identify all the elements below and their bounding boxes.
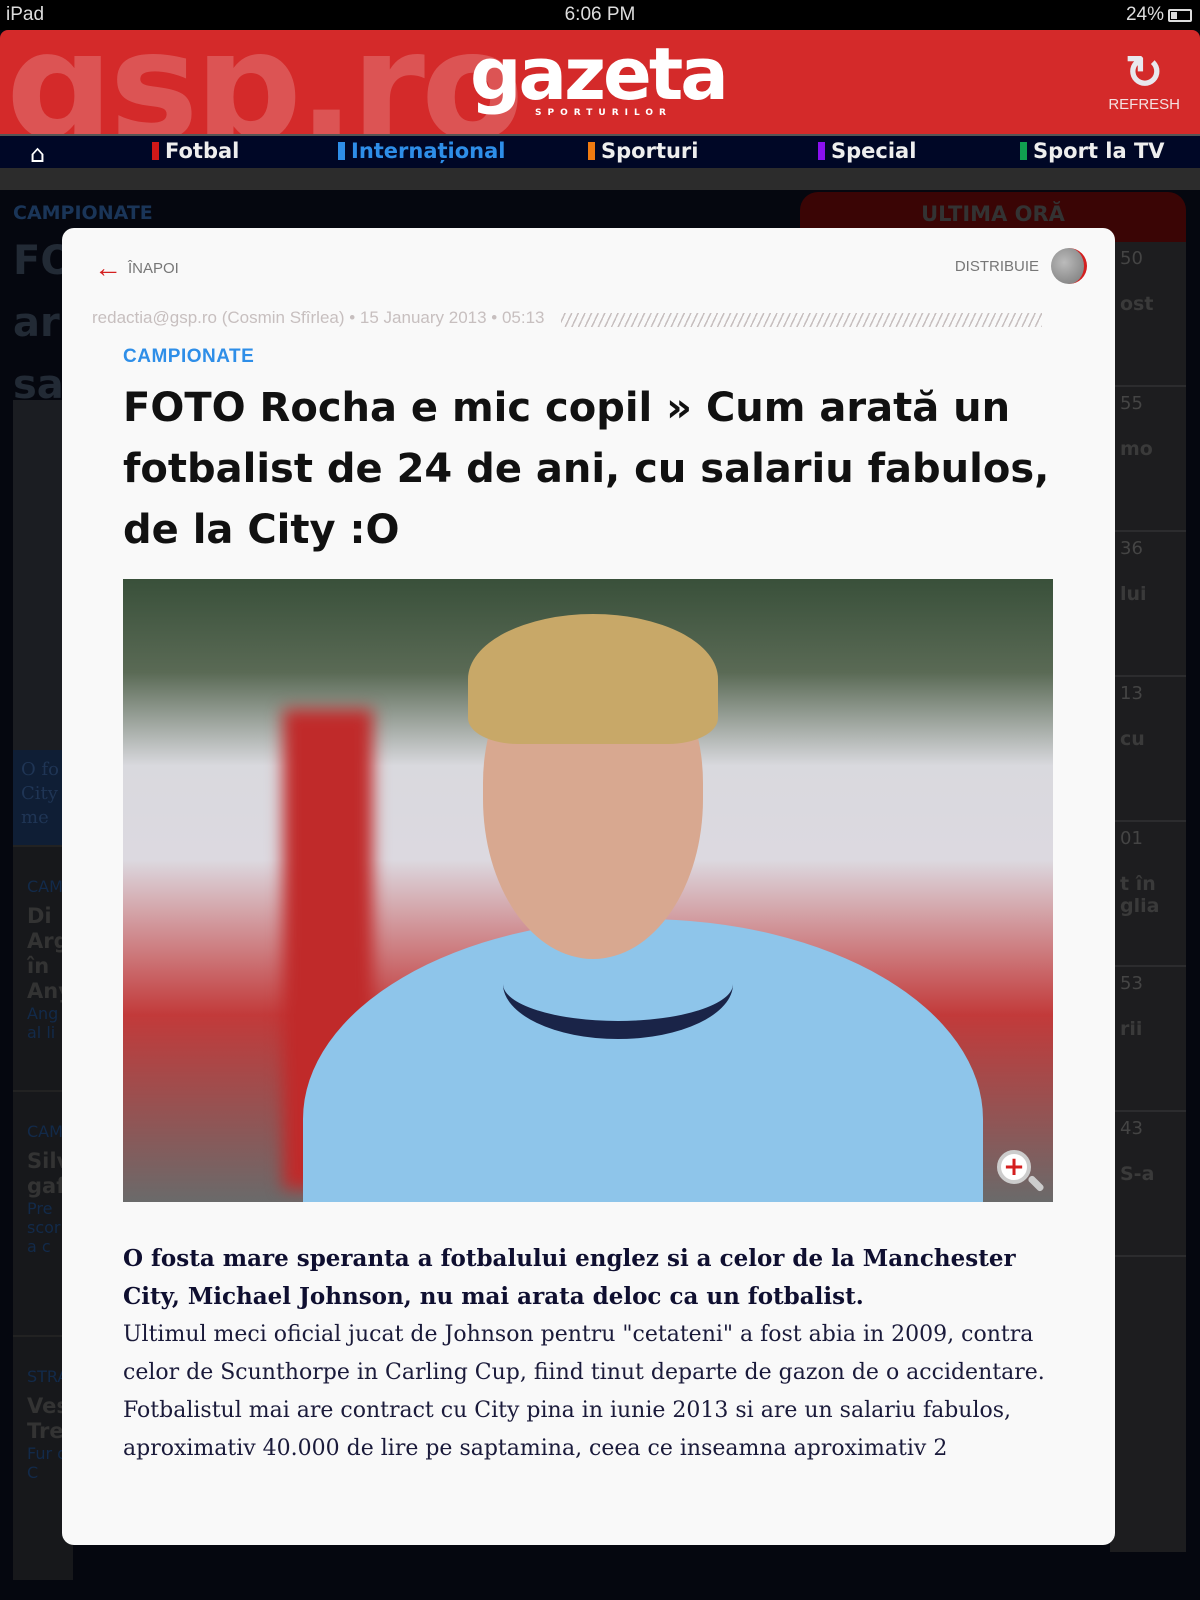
list-item[interactable]: 13 cu [1110, 677, 1186, 822]
article-body: Ultimul meci oficial jucat de Johnson pe… [123, 1316, 1058, 1468]
logo-subtitle: SPORTURILOR [535, 108, 672, 118]
home-icon[interactable]: ⌂ [30, 140, 45, 168]
battery-percent: 24% [1125, 4, 1164, 25]
refresh-label: REFRESH [1108, 96, 1180, 113]
status-bar: iPad 6:06 PM 24% [0, 0, 1200, 30]
gazeta-logo[interactable]: gazeta [470, 34, 729, 114]
article-modal: ← ÎNAPOI DISTRIBUIE redactia@gsp.ro (Cos… [62, 228, 1115, 1545]
nav-item-special[interactable]: Special [818, 139, 916, 163]
nav-label: Sporturi [601, 139, 699, 163]
list-item[interactable]: 36 lui [1110, 532, 1186, 677]
category-nav: ⌂ Fotbal Internațional Sporturi Special … [0, 134, 1200, 168]
list-item[interactable]: 53 rii [1110, 967, 1186, 1112]
refresh-icon: ↻ [1124, 46, 1164, 98]
color-marker [588, 142, 595, 160]
article-meta: redactia@gsp.ro (Cosmin Sfîrlea) • 15 Ja… [92, 308, 1042, 328]
article-photo[interactable]: + [123, 579, 1053, 1202]
list-item[interactable]: 55 mo [1110, 387, 1186, 532]
back-label: ÎNAPOI [128, 259, 179, 277]
bg-category: CAMPIONATE [13, 202, 153, 224]
photo-detail [503, 929, 733, 1039]
nav-label: Sport la TV [1033, 139, 1165, 163]
watermark-logo: gsp.ro [6, 30, 524, 134]
nav-item-sporturi[interactable]: Sporturi [588, 139, 698, 163]
share-label: DISTRIBUIE [954, 257, 1039, 275]
refresh-button[interactable]: ↻ REFRESH [1108, 48, 1180, 113]
photo-detail [468, 614, 718, 744]
nav-item-fotbal[interactable]: Fotbal [152, 139, 239, 163]
paragraph: Fotbalistul mai are contract cu City pin… [123, 1398, 1012, 1461]
toolbar-strip [0, 168, 1200, 190]
list-item[interactable]: 43 S-a [1110, 1112, 1186, 1257]
divider [560, 313, 1042, 327]
list-item[interactable]: 50 ost [1110, 242, 1186, 387]
battery-icon [1168, 8, 1192, 22]
article-lede: O fosta mare speranta a fotbalului engle… [123, 1245, 1016, 1310]
zoom-in-icon[interactable]: + [997, 1150, 1031, 1184]
nav-item-sport-la-tv[interactable]: Sport la TV [1020, 139, 1165, 163]
nav-item-international[interactable]: Internațional [338, 139, 506, 163]
clock: 6:06 PM [564, 4, 636, 25]
byline: redactia@gsp.ro (Cosmin Sfîrlea) • 15 Ja… [92, 308, 545, 327]
article-title: FOTO Rocha e mic copil » Cum arată un fo… [123, 385, 1050, 553]
latest-news-list: 50 ost 55 mo 36 lui 13 cu 01 t în glia 53 rii … [1110, 242, 1186, 1552]
nav-label: Special [831, 139, 917, 163]
nav-label: Fotbal [165, 139, 240, 163]
back-button[interactable]: ← ÎNAPOI [94, 252, 179, 284]
share-button[interactable]: DISTRIBUIE [955, 248, 1087, 284]
paragraph: Ultimul meci oficial jucat de Johnson pe… [123, 1322, 1045, 1385]
color-marker [1020, 142, 1027, 160]
app-header: gsp.ro gazeta SPORTURILOR ↻ REFRESH [0, 30, 1200, 134]
article-content: CAMPIONATE FOTO Rocha e mic copil » Cum … [123, 346, 1058, 1468]
nav-label: Internațional [351, 139, 506, 163]
list-item[interactable]: 01 t în glia [1110, 822, 1186, 967]
share-globe-icon [1051, 248, 1087, 284]
arrow-left-icon: ← [94, 252, 122, 283]
article-category[interactable]: CAMPIONATE [123, 346, 1058, 368]
color-marker [338, 142, 345, 160]
color-marker [152, 142, 159, 160]
color-marker [818, 142, 825, 160]
